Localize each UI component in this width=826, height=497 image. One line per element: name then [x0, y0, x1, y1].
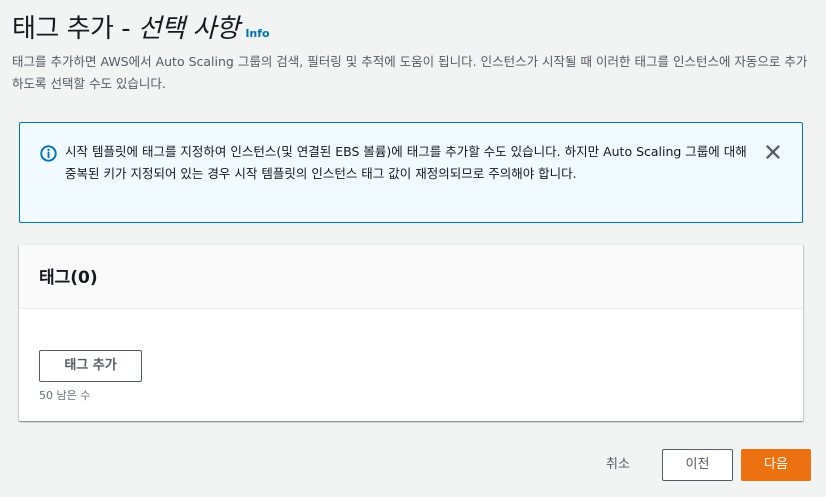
cancel-button[interactable]: 취소 — [596, 449, 640, 481]
tags-panel: 태그(0) 태그 추가 50 남은 수 — [19, 244, 803, 421]
next-button[interactable]: 다음 — [741, 449, 811, 481]
previous-button[interactable]: 이전 — [662, 449, 733, 481]
page-description: 태그를 추가하면 AWS에서 Auto Scaling 그룹의 검색, 필터링 … — [12, 54, 808, 91]
close-icon[interactable] — [764, 143, 782, 161]
info-circle-icon — [40, 145, 57, 162]
page-header: 태그 추가 - 선택 사항 Info 태그를 추가하면 AWS에서 Auto S… — [12, 8, 812, 95]
page-title-optional: 선택 사항 — [137, 14, 240, 44]
title-row: 태그 추가 - 선택 사항 Info — [12, 8, 812, 45]
info-alert: 시작 템플릿에 태그를 지정하여 인스턴스(및 연결된 EBS 볼륨)에 태그를… — [19, 122, 803, 223]
page-title: 태그 추가 - 선택 사항 — [12, 8, 240, 45]
alert-message: 시작 템플릿에 태그를 지정하여 인스턴스(및 연결된 EBS 볼륨)에 태그를… — [65, 144, 747, 181]
add-tag-button[interactable]: 태그 추가 — [39, 350, 142, 382]
tags-panel-header: 태그(0) — [19, 245, 803, 309]
tags-panel-title: 태그(0) — [39, 268, 98, 288]
page-title-main: 태그 추가 - — [12, 14, 138, 44]
remaining-tags-count: 50 남은 수 — [39, 389, 91, 402]
info-link[interactable]: Info — [245, 27, 269, 40]
